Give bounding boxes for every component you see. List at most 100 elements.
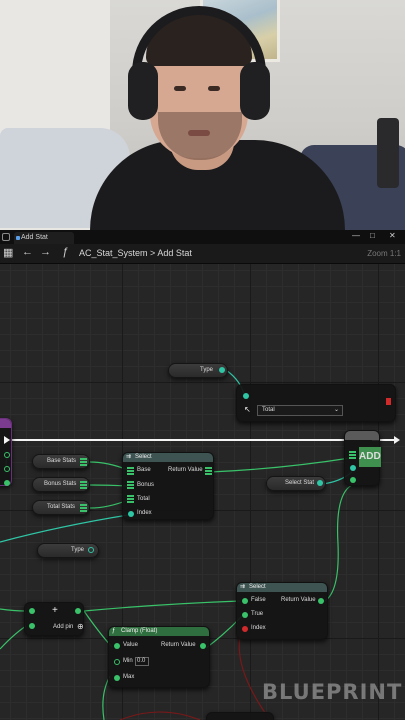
add-node-header	[345, 431, 379, 440]
zoom-level: Zoom 1:1	[367, 249, 401, 258]
float-pin[interactable]	[29, 623, 35, 629]
function-entry-header	[0, 419, 11, 428]
select-index-label: Index	[251, 625, 266, 631]
title-bar: Add Stat — □ ✕	[0, 230, 405, 244]
select-node-header: ⇉ Select	[123, 453, 213, 462]
person-eye	[174, 86, 186, 91]
enum-pin[interactable]	[317, 480, 323, 486]
float-pin[interactable]	[318, 598, 324, 604]
enum-pin[interactable]	[350, 465, 356, 471]
total-stats-label: Total Stats	[47, 504, 76, 510]
select-option-false: False	[251, 597, 266, 603]
graph-toolbar: ▦ ← → ƒ AC_Stat_System > Add Stat Zoom 1…	[0, 244, 405, 264]
total-enum-dropdown[interactable]: Total ⌄	[257, 405, 343, 416]
tab-add-stat[interactable]: Add Stat	[14, 232, 74, 244]
headphone-earcup	[128, 62, 158, 120]
close-button[interactable]: ✕	[389, 231, 396, 240]
select-icon: ⇉	[240, 584, 246, 590]
headphone-earcup	[240, 62, 270, 120]
float-pin[interactable]	[114, 659, 120, 665]
clamp-min-label: Min	[123, 658, 133, 664]
float-pin[interactable]	[75, 608, 81, 614]
clamp-min-input[interactable]: 0.0	[135, 657, 149, 666]
float-pin[interactable]	[350, 477, 356, 483]
speaker	[377, 118, 399, 188]
function-tab-icon	[16, 236, 20, 240]
map-pin[interactable]	[127, 495, 134, 503]
select-node-stats[interactable]: ⇉ Select Base Bonus Total Index Return V…	[122, 452, 214, 520]
map-pin[interactable]	[80, 481, 87, 489]
enum-pin[interactable]	[128, 511, 134, 517]
float-pin[interactable]	[114, 675, 120, 681]
base-stats-label: Base Stats	[47, 458, 77, 464]
add-pin-icon[interactable]: ⊕	[77, 622, 84, 631]
minimize-button[interactable]: —	[352, 231, 360, 240]
blueprint-editor: Add Stat — □ ✕ ▦ ← → ƒ AC_Stat_System > …	[0, 230, 405, 720]
float-pin[interactable]	[200, 643, 206, 649]
float-pin[interactable]	[4, 452, 10, 458]
select-node-clamp[interactable]: ⇉ Select False True Index Return Value	[236, 582, 328, 640]
float-wire	[0, 608, 27, 612]
select-title: Select	[135, 454, 152, 460]
back-arrow-icon[interactable]: ←	[22, 246, 33, 258]
exec-pin[interactable]	[4, 436, 10, 444]
add-node-label: ADD	[359, 447, 381, 467]
clamp-max-label: Max	[123, 674, 135, 680]
graph-canvas[interactable]: Type Total ⌄ ↖ Base Stats Bonus Stats To…	[0, 264, 405, 720]
map-pin[interactable]	[349, 451, 356, 459]
float-pin[interactable]	[29, 608, 35, 614]
switch-node[interactable]: Total ⌄ ↖	[236, 384, 396, 422]
select-icon: ⇉	[126, 454, 132, 460]
chevron-down-icon: ⌄	[333, 407, 339, 413]
breadcrumb-root[interactable]: AC_Stat_System	[79, 248, 148, 258]
select-option-total: Total	[137, 496, 150, 502]
person-mouth	[188, 130, 210, 136]
map-pin[interactable]	[80, 458, 87, 466]
map-pin[interactable]	[80, 504, 87, 512]
graph-icon: ▦	[3, 247, 14, 259]
map-pin[interactable]	[205, 467, 212, 475]
float-pin[interactable]	[4, 480, 10, 486]
return-value-label: Return Value	[281, 597, 316, 603]
select-title: Select	[249, 584, 266, 590]
enum-wire	[0, 514, 129, 543]
clamp-title: Clamp (Float)	[121, 628, 158, 634]
breadcrumb: AC_Stat_System > Add Stat	[79, 248, 192, 258]
clamp-value-label: Value	[123, 642, 138, 648]
plus-icon: +	[52, 605, 58, 616]
enum-pin[interactable]	[219, 367, 225, 373]
enum-pin[interactable]	[88, 547, 94, 553]
clamp-node-header: ƒ Clamp (Float)	[109, 627, 209, 636]
map-pin[interactable]	[127, 481, 134, 489]
maximize-button[interactable]: □	[370, 231, 375, 240]
breadcrumb-separator: >	[150, 248, 156, 258]
clamp-float-node[interactable]: ƒ Clamp (Float) Value Min 0.0 Max Return…	[108, 626, 210, 688]
exec-out-pin[interactable]	[386, 398, 391, 405]
forward-arrow-icon[interactable]: →	[40, 246, 51, 258]
float-pin[interactable]	[242, 612, 248, 618]
select-option-bonus: Bonus	[137, 482, 155, 488]
dropdown-value: Total	[262, 407, 275, 413]
select-index-label: Index	[137, 510, 152, 516]
add-pin-label[interactable]: Add pin	[53, 624, 73, 630]
blueprint-watermark: BLUEPRINT	[262, 680, 403, 704]
enum-pin[interactable]	[243, 393, 249, 399]
unreal-logo-icon	[2, 233, 10, 241]
add-float-node[interactable]: + Add pin ⊕	[24, 602, 84, 636]
return-value-label: Return Value	[168, 467, 203, 473]
select-option-base: Base	[137, 467, 151, 473]
bool-pin[interactable]	[242, 626, 248, 632]
mouse-cursor-icon: ↖	[244, 405, 251, 414]
type-getter-label: Type	[71, 547, 85, 553]
float-wire	[83, 600, 241, 612]
offscreen-node[interactable]	[206, 712, 274, 720]
breadcrumb-leaf: Add Stat	[157, 248, 192, 258]
add-map-node[interactable]: ADD	[344, 430, 381, 486]
tab-label: Add Stat	[21, 234, 48, 241]
webcam-feed	[0, 0, 405, 230]
float-pin[interactable]	[4, 466, 10, 472]
float-pin[interactable]	[242, 598, 248, 604]
float-pin[interactable]	[114, 643, 120, 649]
exec-out-pin[interactable]	[394, 436, 400, 444]
map-pin[interactable]	[127, 467, 134, 475]
